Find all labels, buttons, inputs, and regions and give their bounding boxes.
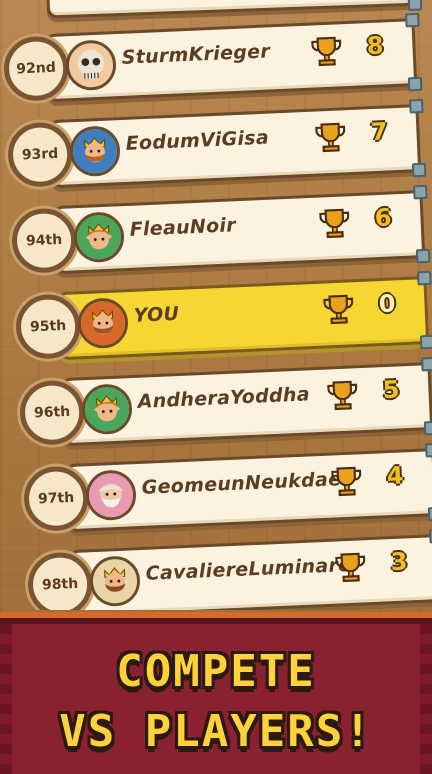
- leaderboard-list[interactable]: 92nd SturmKrieger 8 93rd EodumViGisa 7 9…: [0, 0, 432, 610]
- trophy-count: 8: [366, 31, 385, 61]
- trophy-icon: [329, 463, 364, 498]
- trophy-count: 4: [386, 461, 405, 491]
- player-name: YOU: [133, 302, 180, 327]
- trophy-icon: [321, 291, 356, 326]
- trophy-count: 5: [382, 375, 401, 405]
- trophy-count: 7: [370, 117, 389, 147]
- banner-headline-line1: COMPETE: [116, 646, 316, 697]
- trophy-count: 0: [378, 289, 397, 319]
- player-name: FleauNoir: [129, 214, 237, 241]
- trophy-icon: [333, 549, 368, 584]
- trophy-icon: [325, 377, 360, 412]
- trophy-icon: [317, 205, 352, 240]
- promo-banner: COMPETE VS PLAYERS!: [0, 612, 432, 774]
- trophy-icon: [309, 33, 344, 68]
- trophy-count: 3: [390, 547, 409, 577]
- trophy-count: 6: [374, 203, 393, 233]
- trophy-icon: [313, 119, 348, 154]
- banner-headline-line2: VS PLAYERS!: [59, 706, 373, 757]
